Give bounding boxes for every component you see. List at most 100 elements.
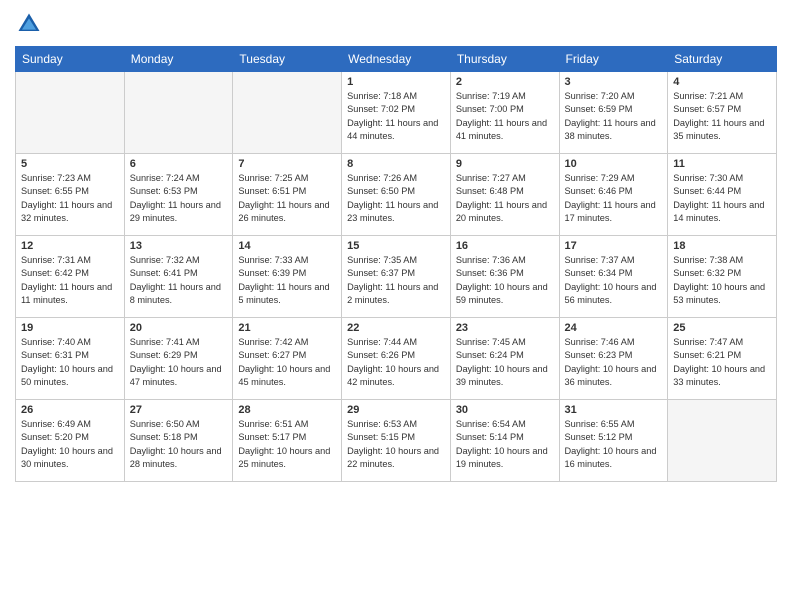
calendar-week-row: 12Sunrise: 7:31 AMSunset: 6:42 PMDayligh…	[16, 236, 777, 318]
calendar-cell: 2 Sunrise: 7:19 AMSunset: 7:00 PMDaylight…	[450, 72, 559, 154]
page-header	[15, 10, 777, 38]
day-info: Sunrise: 6:49 AMSunset: 5:20 PMDaylight:…	[21, 418, 119, 471]
day-info: Sunrise: 6:53 AMSunset: 5:15 PMDaylight:…	[347, 418, 445, 471]
calendar-header-row: SundayMondayTuesdayWednesdayThursdayFrid…	[16, 47, 777, 72]
calendar-cell: 21Sunrise: 7:42 AMSunset: 6:27 PMDayligh…	[233, 318, 342, 400]
calendar-page: SundayMondayTuesdayWednesdayThursdayFrid…	[0, 0, 792, 612]
calendar-cell: 17 Sunrise: 7:37 AMSunset: 6:34 PMDayligh…	[559, 236, 668, 318]
calendar-cell: 4 Sunrise: 7:21 AMSunset: 6:57 PMDaylight…	[668, 72, 777, 154]
day-info: Sunrise: 7:18 AMSunset: 7:02 PMDaylight:…	[347, 90, 445, 143]
day-number: 1	[347, 76, 445, 88]
calendar-cell: 8Sunrise: 7:26 AMSunset: 6:50 PMDaylight…	[342, 154, 451, 236]
day-info: Sunrise: 7:20 AMSunset: 6:59 PMDaylight:…	[565, 90, 663, 143]
col-header-saturday: Saturday	[668, 47, 777, 72]
day-number: 5	[21, 158, 119, 170]
day-number: 29	[347, 404, 445, 416]
calendar-cell: 23Sunrise: 7:45 AMSunset: 6:24 PMDayligh…	[450, 318, 559, 400]
day-info: Sunrise: 7:27 AMSunset: 6:48 PMDaylight:…	[456, 172, 554, 225]
day-number: 9	[456, 158, 554, 170]
day-info: Sunrise: 6:51 AMSunset: 5:17 PMDaylight:…	[238, 418, 336, 471]
day-info: Sunrise: 7:36 AMSunset: 6:36 PMDaylight:…	[456, 254, 554, 307]
calendar-cell	[668, 400, 777, 482]
day-number: 25	[673, 322, 771, 334]
day-number: 23	[456, 322, 554, 334]
calendar-cell: 22 Sunrise: 7:44 AMSunset: 6:26 PMDayligh…	[342, 318, 451, 400]
calendar-week-row: 1 Sunrise: 7:18 AMSunset: 7:02 PMDaylight…	[16, 72, 777, 154]
day-number: 15	[347, 240, 445, 252]
day-number: 18	[673, 240, 771, 252]
calendar-cell: 11 Sunrise: 7:30 AMSunset: 6:44 PMDayligh…	[668, 154, 777, 236]
day-info: Sunrise: 7:44 AMSunset: 6:26 PMDaylight:…	[347, 336, 445, 389]
day-number: 10	[565, 158, 663, 170]
day-number: 4	[673, 76, 771, 88]
calendar-cell: 26Sunrise: 6:49 AMSunset: 5:20 PMDayligh…	[16, 400, 125, 482]
calendar-week-row: 19Sunrise: 7:40 AMSunset: 6:31 PMDayligh…	[16, 318, 777, 400]
day-number: 31	[565, 404, 663, 416]
day-number: 19	[21, 322, 119, 334]
calendar-cell: 18 Sunrise: 7:38 AMSunset: 6:32 PMDayligh…	[668, 236, 777, 318]
day-info: Sunrise: 7:33 AMSunset: 6:39 PMDaylight:…	[238, 254, 336, 307]
day-number: 7	[238, 158, 336, 170]
day-number: 6	[130, 158, 228, 170]
day-number: 28	[238, 404, 336, 416]
day-info: Sunrise: 7:35 AMSunset: 6:37 PMDaylight:…	[347, 254, 445, 307]
day-info: Sunrise: 7:26 AMSunset: 6:50 PMDaylight:…	[347, 172, 445, 225]
calendar-cell: 16 Sunrise: 7:36 AMSunset: 6:36 PMDayligh…	[450, 236, 559, 318]
day-info: Sunrise: 7:31 AMSunset: 6:42 PMDaylight:…	[21, 254, 119, 307]
col-header-sunday: Sunday	[16, 47, 125, 72]
col-header-friday: Friday	[559, 47, 668, 72]
day-number: 20	[130, 322, 228, 334]
day-info: Sunrise: 7:37 AMSunset: 6:34 PMDaylight:…	[565, 254, 663, 307]
calendar-cell: 12Sunrise: 7:31 AMSunset: 6:42 PMDayligh…	[16, 236, 125, 318]
logo	[15, 10, 47, 38]
day-number: 14	[238, 240, 336, 252]
calendar-cell: 19Sunrise: 7:40 AMSunset: 6:31 PMDayligh…	[16, 318, 125, 400]
day-number: 24	[565, 322, 663, 334]
col-header-thursday: Thursday	[450, 47, 559, 72]
day-number: 3	[565, 76, 663, 88]
day-info: Sunrise: 7:30 AMSunset: 6:44 PMDaylight:…	[673, 172, 771, 225]
day-info: Sunrise: 7:24 AMSunset: 6:53 PMDaylight:…	[130, 172, 228, 225]
calendar-cell	[16, 72, 125, 154]
col-header-monday: Monday	[124, 47, 233, 72]
day-number: 11	[673, 158, 771, 170]
day-number: 2	[456, 76, 554, 88]
day-info: Sunrise: 7:47 AMSunset: 6:21 PMDaylight:…	[673, 336, 771, 389]
calendar-cell	[233, 72, 342, 154]
calendar-cell: 15 Sunrise: 7:35 AMSunset: 6:37 PMDayligh…	[342, 236, 451, 318]
calendar-cell: 29 Sunrise: 6:53 AMSunset: 5:15 PMDayligh…	[342, 400, 451, 482]
day-info: Sunrise: 7:21 AMSunset: 6:57 PMDaylight:…	[673, 90, 771, 143]
calendar-cell: 20Sunrise: 7:41 AMSunset: 6:29 PMDayligh…	[124, 318, 233, 400]
col-header-tuesday: Tuesday	[233, 47, 342, 72]
calendar-cell: 25 Sunrise: 7:47 AMSunset: 6:21 PMDayligh…	[668, 318, 777, 400]
day-number: 27	[130, 404, 228, 416]
calendar-cell: 9 Sunrise: 7:27 AMSunset: 6:48 PMDaylight…	[450, 154, 559, 236]
day-info: Sunrise: 7:32 AMSunset: 6:41 PMDaylight:…	[130, 254, 228, 307]
day-info: Sunrise: 7:23 AMSunset: 6:55 PMDaylight:…	[21, 172, 119, 225]
day-info: Sunrise: 7:19 AMSunset: 7:00 PMDaylight:…	[456, 90, 554, 143]
day-info: Sunrise: 6:55 AMSunset: 5:12 PMDaylight:…	[565, 418, 663, 471]
day-number: 17	[565, 240, 663, 252]
day-info: Sunrise: 7:42 AMSunset: 6:27 PMDaylight:…	[238, 336, 336, 389]
col-header-wednesday: Wednesday	[342, 47, 451, 72]
day-info: Sunrise: 6:50 AMSunset: 5:18 PMDaylight:…	[130, 418, 228, 471]
calendar-cell: 5 Sunrise: 7:23 AMSunset: 6:55 PMDaylight…	[16, 154, 125, 236]
calendar-cell: 10 Sunrise: 7:29 AMSunset: 6:46 PMDayligh…	[559, 154, 668, 236]
calendar-cell	[124, 72, 233, 154]
day-info: Sunrise: 7:25 AMSunset: 6:51 PMDaylight:…	[238, 172, 336, 225]
calendar-cell: 13Sunrise: 7:32 AMSunset: 6:41 PMDayligh…	[124, 236, 233, 318]
calendar-cell: 1 Sunrise: 7:18 AMSunset: 7:02 PMDaylight…	[342, 72, 451, 154]
calendar-cell: 14 Sunrise: 7:33 AMSunset: 6:39 PMDayligh…	[233, 236, 342, 318]
day-number: 30	[456, 404, 554, 416]
calendar-cell: 27 Sunrise: 6:50 AMSunset: 5:18 PMDayligh…	[124, 400, 233, 482]
day-number: 16	[456, 240, 554, 252]
calendar-week-row: 26Sunrise: 6:49 AMSunset: 5:20 PMDayligh…	[16, 400, 777, 482]
day-info: Sunrise: 7:29 AMSunset: 6:46 PMDaylight:…	[565, 172, 663, 225]
day-info: Sunrise: 7:46 AMSunset: 6:23 PMDaylight:…	[565, 336, 663, 389]
day-info: Sunrise: 6:54 AMSunset: 5:14 PMDaylight:…	[456, 418, 554, 471]
day-info: Sunrise: 7:38 AMSunset: 6:32 PMDaylight:…	[673, 254, 771, 307]
calendar-cell: 24 Sunrise: 7:46 AMSunset: 6:23 PMDayligh…	[559, 318, 668, 400]
calendar-cell: 3 Sunrise: 7:20 AMSunset: 6:59 PMDaylight…	[559, 72, 668, 154]
logo-icon	[15, 10, 43, 38]
day-number: 22	[347, 322, 445, 334]
